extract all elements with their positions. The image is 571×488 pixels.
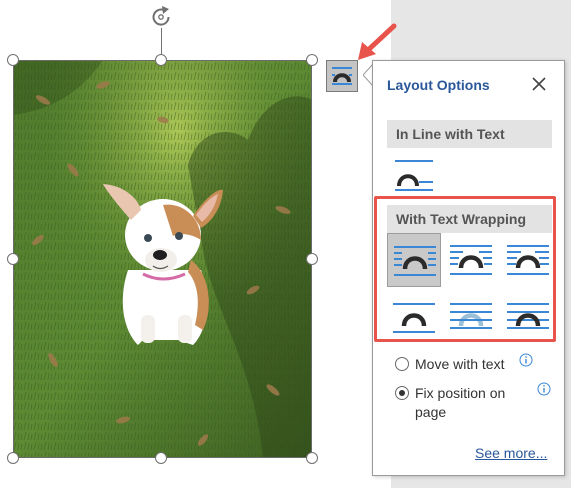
resize-handle-right[interactable] xyxy=(306,253,318,265)
resize-handle-bottom[interactable] xyxy=(155,452,167,464)
puppy-photo[interactable] xyxy=(13,60,312,458)
resize-handle-top-left[interactable] xyxy=(7,54,19,66)
layout-options-button[interactable] xyxy=(326,60,358,92)
resize-handle-bottom-left[interactable] xyxy=(7,452,19,464)
option-behind-text[interactable] xyxy=(444,289,498,343)
rotate-icon[interactable] xyxy=(148,4,174,30)
resize-handle-top[interactable] xyxy=(155,54,167,66)
resize-handle-bottom-right[interactable] xyxy=(306,452,318,464)
radio-move-with-text[interactable] xyxy=(395,357,409,371)
see-more-link[interactable]: See more... xyxy=(475,445,547,461)
info-icon[interactable] xyxy=(519,353,533,367)
close-icon[interactable] xyxy=(530,75,548,93)
rotation-connector xyxy=(161,28,162,55)
option-through[interactable] xyxy=(501,233,555,287)
layout-options-panel: Layout Options In Line with Text With Te… xyxy=(372,60,565,476)
option-in-line-with-text[interactable] xyxy=(387,151,441,205)
section-heading-inline: In Line with Text xyxy=(387,120,552,148)
resize-handle-top-right[interactable] xyxy=(306,54,318,66)
radio-fix-position[interactable] xyxy=(395,386,409,400)
option-square[interactable] xyxy=(387,233,441,287)
option-top-and-bottom[interactable] xyxy=(387,289,441,343)
info-icon[interactable] xyxy=(537,382,551,396)
option-in-front-of-text[interactable] xyxy=(501,289,555,343)
option-tight[interactable] xyxy=(444,233,498,287)
section-heading-wrapping: With Text Wrapping xyxy=(387,205,552,233)
callout-arrow-icon xyxy=(358,23,397,60)
panel-title: Layout Options xyxy=(387,77,490,93)
layout-options-icon xyxy=(332,67,352,85)
move-with-text-option[interactable]: Move with text xyxy=(395,355,525,374)
radio-label-fix: Fix position on page xyxy=(415,385,506,420)
radio-label-move: Move with text xyxy=(415,356,505,372)
fix-position-option[interactable]: Fix position on page xyxy=(395,384,525,422)
resize-handle-left[interactable] xyxy=(7,253,19,265)
